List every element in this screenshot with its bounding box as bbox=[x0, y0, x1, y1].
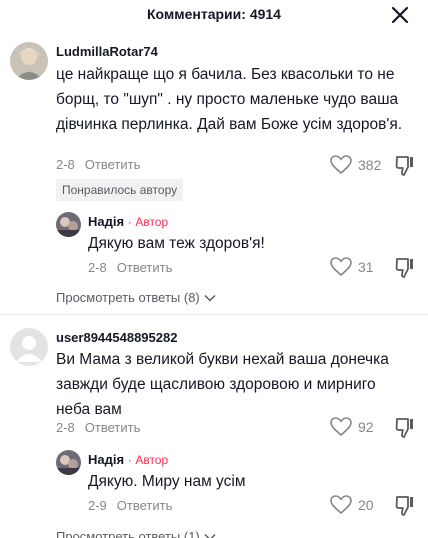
reply-username-name[interactable]: Надія bbox=[88, 452, 124, 467]
like-button[interactable]: 382 bbox=[330, 155, 381, 175]
liked-by-creator-badge: Понравилось автору bbox=[56, 179, 184, 201]
dislike-button[interactable] bbox=[395, 155, 415, 177]
like-button[interactable]: 31 bbox=[330, 257, 374, 277]
dislike-button[interactable] bbox=[395, 417, 415, 439]
like-button[interactable]: 20 bbox=[330, 495, 374, 515]
reply-username: Надія · Автор bbox=[88, 452, 168, 467]
chevron-down-icon bbox=[204, 294, 216, 302]
comment-date: 2-8 bbox=[56, 157, 75, 172]
reply-meta: 2-9 Ответить bbox=[88, 498, 172, 513]
avatar[interactable] bbox=[56, 450, 81, 475]
avatar[interactable] bbox=[10, 328, 48, 366]
view-replies-label: Просмотреть ответы (8) bbox=[56, 290, 200, 305]
thumbs-down-icon bbox=[395, 258, 413, 278]
view-replies-label: Просмотреть ответы (1) bbox=[56, 529, 200, 538]
reply-meta: 2-8 Ответить bbox=[88, 260, 172, 275]
reply-date: 2-9 bbox=[88, 498, 107, 513]
author-separator: · bbox=[127, 453, 132, 467]
thumbs-down-icon bbox=[395, 156, 413, 176]
view-replies-button[interactable]: Просмотреть ответы (8) bbox=[56, 290, 216, 305]
like-count: 382 bbox=[358, 157, 382, 173]
like-count: 92 bbox=[358, 419, 374, 435]
thumbs-down-icon bbox=[395, 496, 413, 516]
dislike-button[interactable] bbox=[395, 257, 415, 279]
chevron-down-icon bbox=[204, 533, 216, 538]
author-separator: · bbox=[127, 215, 132, 229]
author-tag: Автор bbox=[135, 453, 169, 467]
heart-icon bbox=[330, 257, 352, 277]
reply-text: Дякую вам теж здоров'я! bbox=[88, 235, 265, 252]
comment-text: це найкраще що я бачила. Без квасольки т… bbox=[56, 66, 403, 133]
reply-button[interactable]: Ответить bbox=[85, 157, 141, 172]
reply-text: Дякую. Миру нам усім bbox=[88, 473, 246, 490]
comments-header: Комментарии: 4914 bbox=[0, 0, 428, 34]
like-count: 31 bbox=[358, 259, 374, 275]
close-button[interactable] bbox=[390, 5, 410, 25]
comment-meta: 2-8 Ответить bbox=[56, 420, 140, 435]
heart-icon bbox=[330, 155, 352, 175]
reply-button[interactable]: Ответить bbox=[85, 420, 141, 435]
like-button[interactable]: 92 bbox=[330, 417, 374, 437]
reply-button[interactable]: Ответить bbox=[117, 260, 173, 275]
reply-button[interactable]: Ответить bbox=[117, 498, 173, 513]
comments-count-title: Комментарии: 4914 bbox=[147, 6, 281, 22]
thumbs-down-icon bbox=[395, 418, 413, 438]
author-tag: Автор bbox=[135, 215, 169, 229]
avatar[interactable] bbox=[10, 42, 48, 80]
comment-meta: 2-8 Ответить bbox=[56, 157, 140, 172]
avatar[interactable] bbox=[56, 212, 81, 237]
reply-username: Надія · Автор bbox=[88, 214, 168, 229]
view-replies-button[interactable]: Просмотреть ответы (1) bbox=[56, 529, 216, 538]
comment-date: 2-8 bbox=[56, 420, 75, 435]
reply-date: 2-8 bbox=[88, 260, 107, 275]
close-icon bbox=[391, 6, 409, 24]
like-count: 20 bbox=[358, 497, 374, 513]
comment-text: Ви Мама з великой букви нехай ваша донеч… bbox=[56, 351, 389, 418]
divider bbox=[0, 314, 428, 315]
heart-icon bbox=[330, 417, 352, 437]
comment-username[interactable]: LudmillaRotar74 bbox=[56, 44, 158, 59]
dislike-button[interactable] bbox=[395, 495, 415, 517]
reply-username-name[interactable]: Надія bbox=[88, 214, 124, 229]
comment-username[interactable]: user8944548895282 bbox=[56, 330, 177, 345]
heart-icon bbox=[330, 495, 352, 515]
